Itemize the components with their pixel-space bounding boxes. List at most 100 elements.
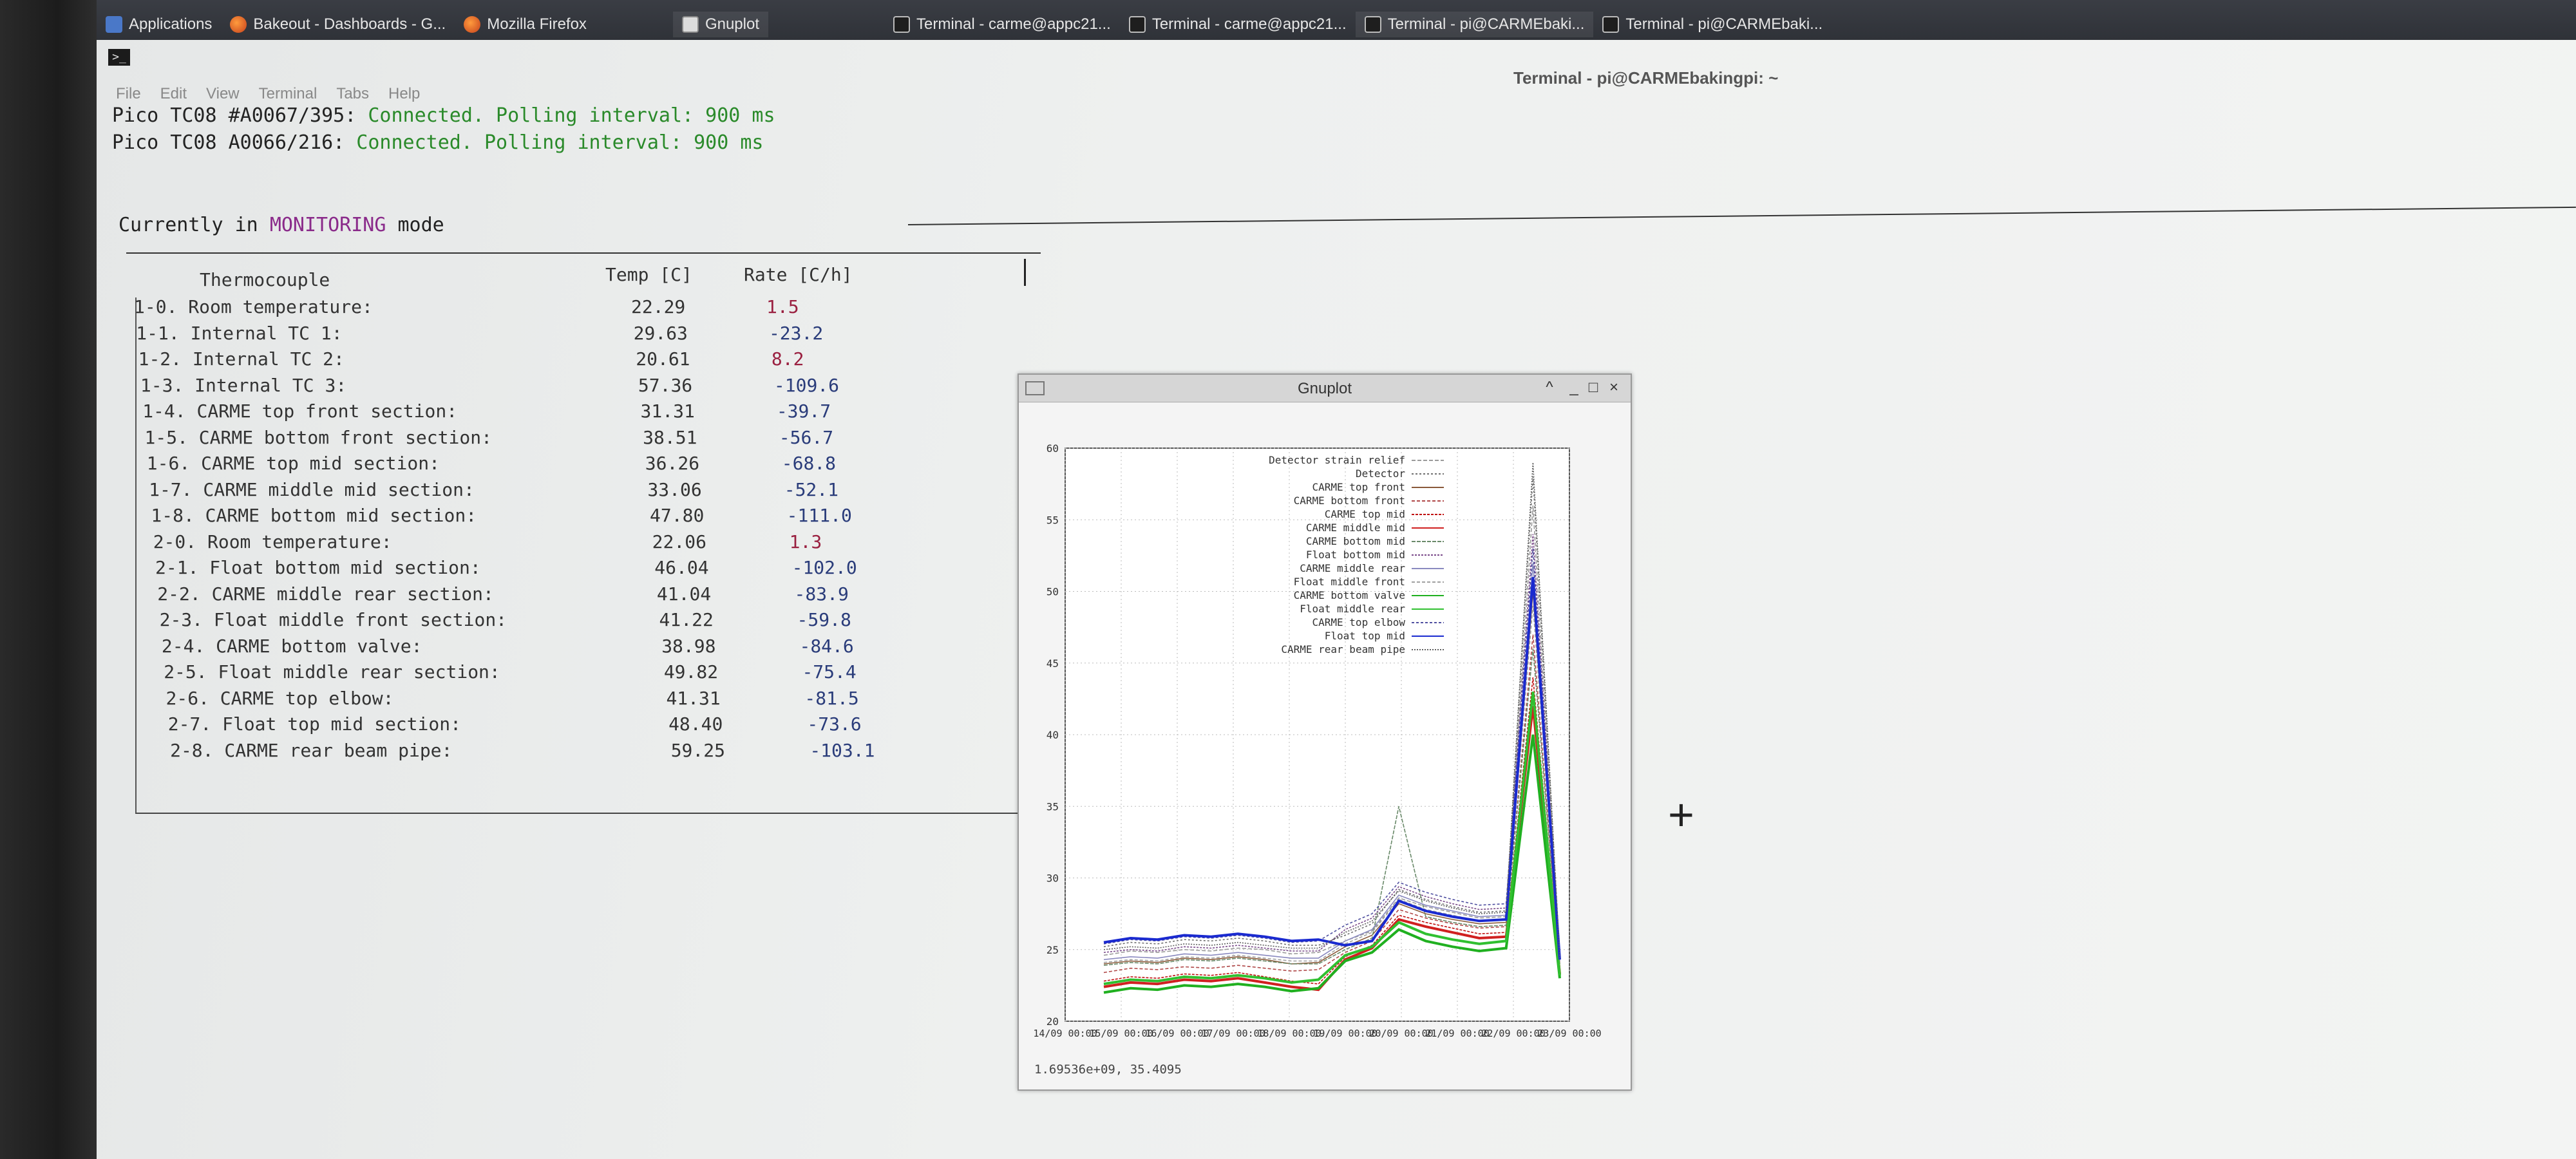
x-tick-label: 21/09 00:00 xyxy=(1425,1028,1489,1039)
terminal-window-icon[interactable]: >_ xyxy=(108,49,130,66)
firefox-icon xyxy=(464,16,481,33)
thermocouple-name: 2-4. CARME bottom valve: xyxy=(161,635,422,657)
thermocouple-rate: -103.1 xyxy=(810,739,875,761)
thermocouple-rate: -111.0 xyxy=(786,505,852,526)
taskbar-item-label: Terminal - carme@appc21... xyxy=(916,15,1111,33)
mode-line: Currently in MONITORING mode xyxy=(118,214,444,236)
taskbar-item-label: Mozilla Firefox xyxy=(487,15,587,33)
y-tick-label: 45 xyxy=(1046,657,1059,670)
taskbar-item-label: Terminal - pi@CARMEbaki... xyxy=(1387,15,1585,33)
taskbar-item-label: Terminal - pi@CARMEbaki... xyxy=(1625,15,1823,33)
taskbar-item-terminal-pi-1[interactable]: Terminal - pi@CARMEbaki... xyxy=(1355,12,1594,37)
status-line-status: Connected. Polling interval: 900 ms xyxy=(368,104,775,127)
gnuplot-icon xyxy=(681,16,699,33)
thermocouple-temp: 20.61 xyxy=(636,348,690,370)
close-button[interactable]: × xyxy=(1604,377,1624,398)
taskbar-item-bakeout-dashboards[interactable]: Bakeout - Dashboards - G... xyxy=(221,12,455,37)
menu-edit[interactable]: Edit xyxy=(160,85,187,103)
thermocouple-name: 1-1. Internal TC 1: xyxy=(136,322,343,344)
firefox-icon xyxy=(230,16,247,33)
y-tick-label: 20 xyxy=(1046,1015,1059,1028)
thermocouple-rate: 1.3 xyxy=(789,531,822,552)
terminal-icon xyxy=(893,16,910,33)
thermocouple-rate: 1.5 xyxy=(766,296,799,317)
menu-terminal[interactable]: Terminal xyxy=(259,85,317,103)
legend-label: CARME top front xyxy=(1312,481,1406,493)
status-line-prefix: Pico TC08 #A0067/395: xyxy=(112,104,368,127)
gnuplot-window[interactable]: Gnuplot ^ _ □ × 20 25 30 35 40 45 50 55 60 14/09 … xyxy=(1018,373,1632,1091)
thermocouple-rate: -84.6 xyxy=(799,635,854,657)
thermocouple-name: 2-6. CARME top elbow: xyxy=(166,687,394,709)
menu-tabs[interactable]: Tabs xyxy=(336,85,369,103)
taskbar-item-label: Gnuplot xyxy=(705,15,759,33)
taskbar-item-label: Applications xyxy=(129,15,213,33)
y-tick-label: 60 xyxy=(1046,442,1059,455)
x-tick-label: 15/09 00:00 xyxy=(1089,1028,1153,1039)
thermocouple-rate: -59.8 xyxy=(797,609,851,630)
terminal-icon xyxy=(1602,16,1620,33)
x-tick-label: 18/09 00:00 xyxy=(1257,1028,1321,1039)
thermocouple-temp: 22.06 xyxy=(652,531,706,552)
thermocouple-name: 2-0. Room temperature: xyxy=(153,531,392,552)
taskbar-item-terminal-carme-2[interactable]: Terminal - carme@appc21... xyxy=(1120,12,1356,37)
thermocouple-temp: 57.36 xyxy=(638,374,693,396)
thermocouple-name: 1-2. Internal TC 2: xyxy=(138,348,345,370)
thermocouple-temp: 38.51 xyxy=(643,426,697,448)
legend-label: CARME top elbow xyxy=(1312,616,1406,628)
thermocouple-rate: -68.8 xyxy=(781,453,837,474)
y-tick-label: 25 xyxy=(1046,944,1059,956)
thermocouple-temp: 38.98 xyxy=(661,635,716,657)
y-tick-label: 40 xyxy=(1046,729,1059,741)
thermocouple-rate: -81.5 xyxy=(804,687,859,709)
thermocouple-name: 1-3. Internal TC 3: xyxy=(140,374,347,396)
thermocouple-name: 2-5. Float middle rear section: xyxy=(164,661,500,683)
thermocouple-name: 1-0. Room temperature: xyxy=(134,296,373,317)
header-temp: Temp [C] xyxy=(605,264,692,285)
header-rate: Rate [C/h] xyxy=(744,264,853,285)
legend-label: Float top mid xyxy=(1325,630,1405,642)
status-line-tc08-2: Pico TC08 A0066/216: Connected. Polling … xyxy=(112,131,763,154)
status-line-tc08-1: Pico TC08 #A0067/395: Connected. Polling… xyxy=(112,104,775,127)
thermocouple-rate: -102.0 xyxy=(791,557,857,578)
legend-label: Float bottom mid xyxy=(1306,549,1405,561)
thermocouple-temp: 48.40 xyxy=(668,713,723,735)
maximize-button[interactable]: □ xyxy=(1583,377,1604,398)
minimize-button[interactable]: _ xyxy=(1564,377,1584,398)
gnuplot-titlebar[interactable]: Gnuplot ^ _ □ × xyxy=(1019,375,1631,402)
legend-label: Float middle rear xyxy=(1300,603,1405,615)
thermocouple-name: 1-4. CARME top front section: xyxy=(142,400,458,422)
legend-label: Detector strain relief xyxy=(1269,454,1405,466)
menu-view[interactable]: View xyxy=(206,85,240,103)
menu-help[interactable]: Help xyxy=(388,85,420,103)
x-tick-label: 22/09 00:00 xyxy=(1481,1028,1545,1039)
thermocouple-name: 2-7. Float top mid section: xyxy=(167,713,461,735)
thermocouple-rate: -52.1 xyxy=(784,478,839,500)
taskbar-applications-menu[interactable]: Applications xyxy=(97,12,221,37)
legend-label: CARME bottom valve xyxy=(1294,589,1405,601)
legend-label: CARME rear beam pipe xyxy=(1281,643,1405,655)
thermocouple-temp: 36.26 xyxy=(645,453,700,474)
taskbar-item-mozilla-firefox[interactable]: Mozilla Firefox xyxy=(455,12,596,37)
taskbar-item-terminal-carme-1[interactable]: Terminal - carme@appc21... xyxy=(884,12,1120,37)
legend-label: CARME top mid xyxy=(1325,508,1405,520)
legend-label: CARME bottom front xyxy=(1294,495,1405,507)
status-line-prefix: Pico TC08 A0066/216: xyxy=(112,131,357,154)
terminal-icon xyxy=(1364,16,1381,33)
thermocouple-rate: -56.7 xyxy=(779,426,834,448)
legend-label: CARME bottom mid xyxy=(1306,535,1405,547)
menu-file[interactable]: File xyxy=(116,85,141,103)
thermocouple-name: 1-5. CARME bottom front section: xyxy=(144,426,492,448)
thermocouple-temp: 29.63 xyxy=(633,322,688,344)
gnuplot-mouse-coordinates: 1.69536e+09, 35.4095 xyxy=(1034,1062,1182,1077)
taskbar-item-gnuplot[interactable]: Gnuplot xyxy=(672,12,768,37)
thermocouple-temp: 41.22 xyxy=(659,609,714,630)
mode-value: MONITORING xyxy=(269,214,386,236)
legend-label: CARME middle rear xyxy=(1300,562,1405,574)
shade-button[interactable]: ^ xyxy=(1539,377,1560,398)
thermocouple-rate: -109.6 xyxy=(773,374,840,396)
thermocouple-temp: 33.06 xyxy=(647,478,702,500)
taskbar-item-terminal-pi-2[interactable]: Terminal - pi@CARMEbaki... xyxy=(1593,12,1832,37)
gnuplot-chart[interactable]: 20 25 30 35 40 45 50 55 60 14/09 00:0015/09 00:00… xyxy=(1019,403,1628,1060)
thermocouple-temp: 59.25 xyxy=(670,739,725,761)
x-tick-label: 14/09 00:00 xyxy=(1033,1028,1097,1039)
